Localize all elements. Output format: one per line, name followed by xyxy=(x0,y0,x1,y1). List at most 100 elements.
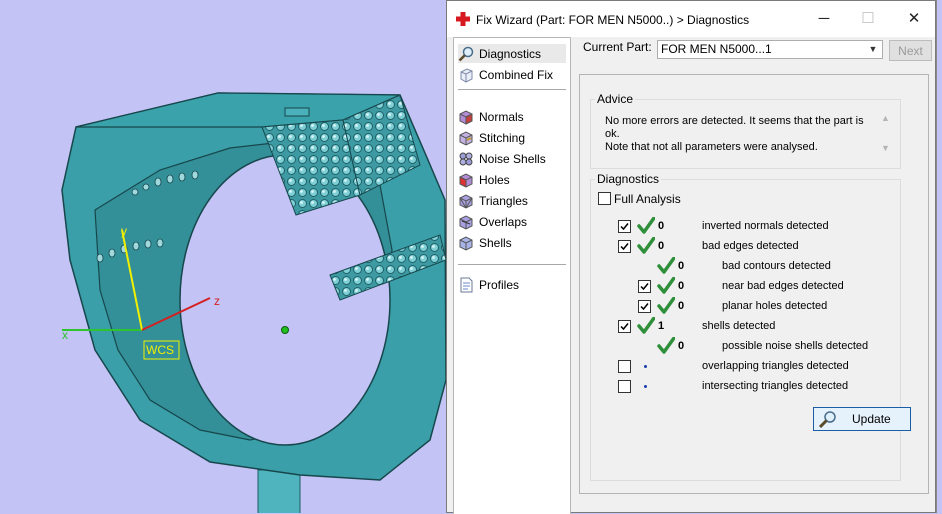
row-checkbox[interactable] xyxy=(618,360,631,373)
holes-cube-icon xyxy=(459,172,473,188)
diagnostics-group: Diagnostics Full Analysis 0 inverted nor… xyxy=(590,172,911,481)
next-button[interactable]: Next xyxy=(889,40,932,61)
ok-tick-icon xyxy=(637,217,655,234)
row-label: intersecting triangles detected xyxy=(702,380,849,392)
pending-dot-icon xyxy=(644,385,647,388)
maximize-button[interactable]: ☐ xyxy=(853,7,883,31)
ok-tick-icon xyxy=(657,277,675,294)
ok-tick-icon xyxy=(657,257,675,274)
wcs-label: WCS xyxy=(146,343,174,357)
nav-item-noise-shells[interactable]: Noise Shells xyxy=(458,149,566,168)
checkmark-icon xyxy=(640,283,649,291)
axis-z-label: z xyxy=(214,294,220,308)
row-count: 0 xyxy=(678,300,685,312)
document-icon xyxy=(460,277,473,292)
diagnostics-page: Current Part: FOR MEN N5000...1 ▼ Next A… xyxy=(579,37,935,514)
row-count: 0 xyxy=(678,260,685,272)
advice-text: No more errors are detected. It seems th… xyxy=(605,115,864,153)
current-part-select[interactable]: FOR MEN N5000...1 ▼ xyxy=(657,40,883,59)
nav-item-shells[interactable]: Shells xyxy=(458,233,566,252)
nav-item-stitching[interactable]: Stitching xyxy=(458,128,566,147)
checkmark-icon xyxy=(620,323,629,331)
ok-tick-icon xyxy=(637,237,655,254)
row-label: overlapping triangles detected xyxy=(702,360,849,372)
row-label: shells detected xyxy=(702,320,776,332)
row-label: possible noise shells detected xyxy=(722,340,869,352)
normals-cube-icon xyxy=(459,109,473,125)
checkmark-icon xyxy=(620,223,629,231)
nav-item-normals[interactable]: Normals xyxy=(458,107,566,126)
nav-separator xyxy=(458,264,566,265)
nav-item-overlaps[interactable]: Overlaps xyxy=(458,212,566,231)
nav-label: Triangles xyxy=(479,193,528,208)
nav-label: Shells xyxy=(479,235,512,250)
noise-shells-icon xyxy=(459,152,473,165)
scroll-down-icon[interactable]: ▼ xyxy=(877,143,894,153)
row-checkbox[interactable] xyxy=(618,320,631,333)
row-label: inverted normals detected xyxy=(702,220,829,232)
current-part-label: Current Part: xyxy=(583,40,652,54)
axis-y-label: y xyxy=(121,224,127,238)
scroll-up-icon[interactable]: ▲ xyxy=(877,113,894,123)
row-count: 1 xyxy=(658,320,665,332)
pending-dot-icon xyxy=(644,365,647,368)
stitching-cube-icon xyxy=(459,130,473,146)
shells-cube-icon xyxy=(459,235,473,251)
diagnostics-title: Diagnostics xyxy=(595,172,662,186)
row-count: 0 xyxy=(658,240,665,252)
advice-group: Advice No more errors are detected. It s… xyxy=(590,92,901,169)
overlaps-cube-icon xyxy=(459,214,473,230)
row-checkbox[interactable] xyxy=(638,300,651,313)
row-checkbox[interactable] xyxy=(618,220,631,233)
row-checkbox[interactable] xyxy=(638,280,651,293)
nav-label: Stitching xyxy=(479,130,526,145)
axis-x-label: x xyxy=(62,328,68,342)
update-button[interactable]: Update xyxy=(813,407,911,431)
nav-label: Combined Fix xyxy=(479,67,554,82)
dialog-title: Fix Wizard (Part: FOR MEN N5000..) > Dia… xyxy=(476,13,750,27)
red-cross-icon xyxy=(456,12,470,26)
row-label: near bad edges detected xyxy=(722,280,844,292)
row-count: 0 xyxy=(678,280,685,292)
ok-tick-icon xyxy=(657,297,675,314)
checkmark-icon xyxy=(620,243,629,251)
ring-model[interactable] xyxy=(0,0,446,513)
nav-label: Holes xyxy=(479,172,510,187)
advice-textbox[interactable]: No more errors are detected. It seems th… xyxy=(601,109,894,161)
full-analysis-label: Full Analysis xyxy=(614,192,681,206)
nav-label: Diagnostics xyxy=(479,46,542,61)
close-button[interactable]: ✕ xyxy=(899,7,929,31)
nav-item-diagnostics[interactable]: Diagnostics xyxy=(458,44,566,63)
background-window-edge xyxy=(936,0,942,513)
nav-item-triangles[interactable]: Triangles xyxy=(458,191,566,210)
update-label: Update xyxy=(852,412,891,426)
chevron-down-icon: ▼ xyxy=(868,44,878,54)
wizard-nav: Diagnostics Combined Fix Normals Stitchi… xyxy=(453,37,571,514)
row-label: planar holes detected xyxy=(722,300,828,312)
nav-item-holes[interactable]: Holes xyxy=(458,170,566,189)
diagnostics-panel: Advice No more errors are detected. It s… xyxy=(579,74,929,494)
title-bar[interactable]: Fix Wizard (Part: FOR MEN N5000..) > Dia… xyxy=(447,1,935,37)
advice-scrollbar[interactable]: ▲ ▼ xyxy=(877,109,894,161)
nav-item-combined-fix[interactable]: Combined Fix xyxy=(458,65,566,84)
nav-label: Overlaps xyxy=(479,214,528,229)
nav-item-profiles[interactable]: Profiles xyxy=(458,275,566,294)
ok-tick-icon xyxy=(637,317,655,334)
nav-separator xyxy=(458,89,566,90)
fix-wizard-dialog: Fix Wizard (Part: FOR MEN N5000..) > Dia… xyxy=(446,0,936,514)
magnifier-icon xyxy=(458,46,474,61)
row-count: 0 xyxy=(678,340,685,352)
row-checkbox[interactable] xyxy=(618,240,631,253)
row-checkbox[interactable] xyxy=(618,380,631,393)
triangles-cube-icon xyxy=(459,193,473,209)
ok-tick-icon xyxy=(657,337,675,354)
advice-title: Advice xyxy=(595,92,636,106)
checkmark-icon xyxy=(640,303,649,311)
minimize-button[interactable]: ─ xyxy=(809,7,839,31)
nav-label: Noise Shells xyxy=(479,151,546,166)
cube-icon xyxy=(460,67,473,83)
magnifier-icon xyxy=(818,411,836,428)
full-analysis-checkbox[interactable] xyxy=(598,192,611,205)
row-label: bad edges detected xyxy=(702,240,799,252)
3d-viewport[interactable]: x y z WCS xyxy=(0,0,446,513)
